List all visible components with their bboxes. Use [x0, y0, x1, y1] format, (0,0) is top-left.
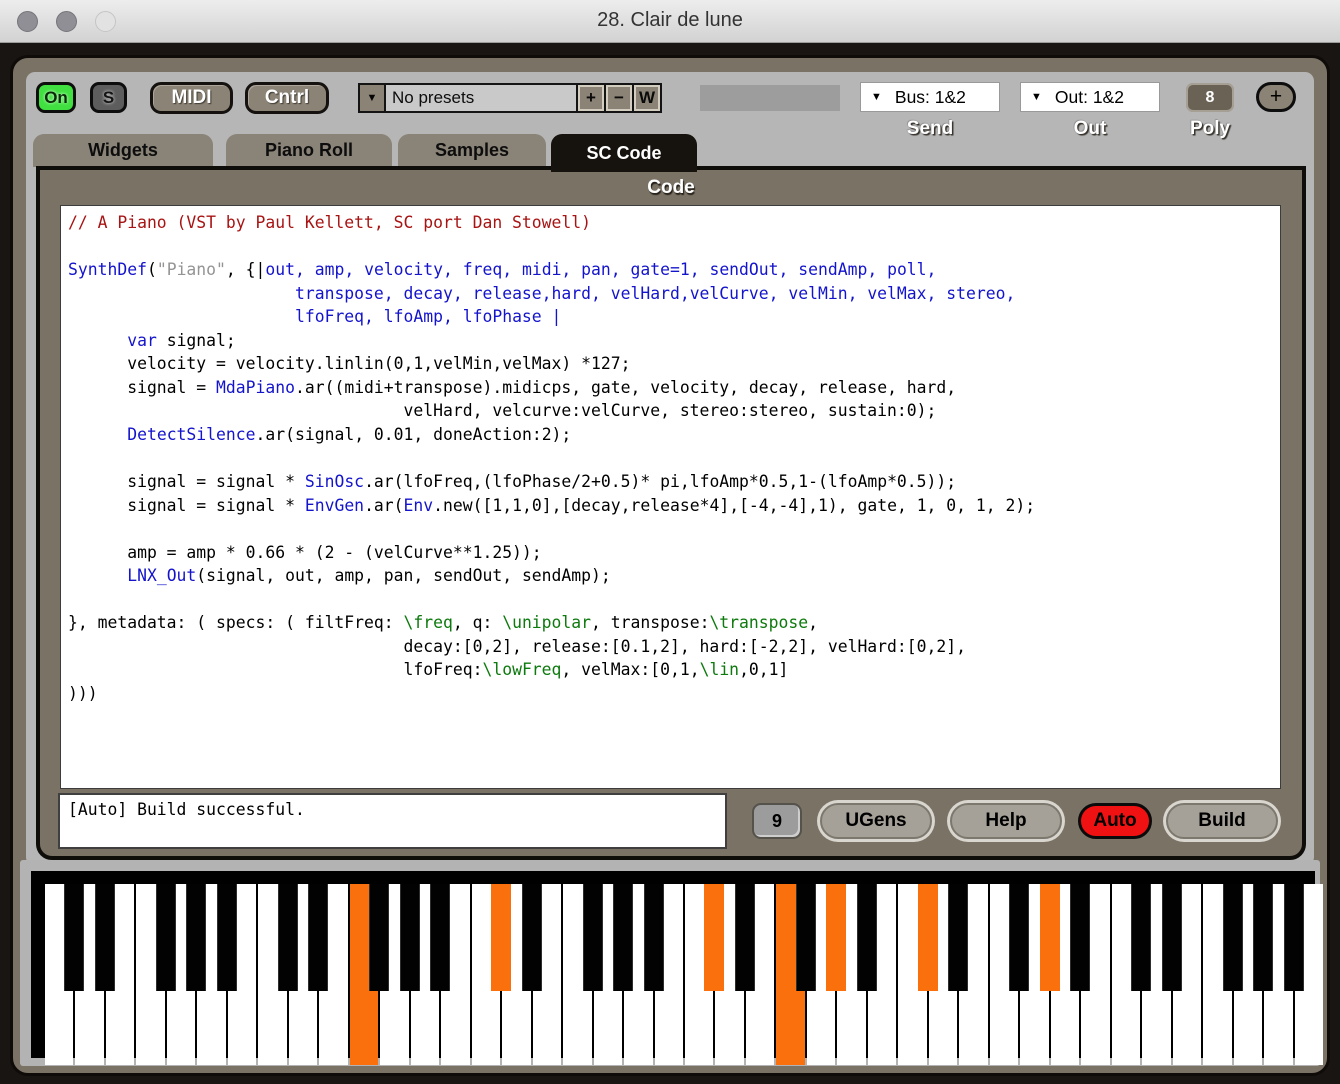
- piano-black-key-29[interactable]: [918, 884, 938, 991]
- code-line: }, metadata: ( specs: ( filtFreq: \freq,…: [68, 611, 1280, 635]
- piano-black-key-25[interactable]: [796, 884, 816, 991]
- code-line: DetectSilence.ar(signal, 0.01, doneActio…: [68, 423, 1280, 447]
- code-line: ))): [68, 682, 1280, 706]
- piano-black-key-36[interactable]: [1131, 884, 1151, 991]
- piano-keyboard: [20, 860, 1320, 1066]
- code-line: [68, 446, 1280, 470]
- piano-black-key-37[interactable]: [1162, 884, 1182, 991]
- preset-remove-button[interactable]: −: [606, 85, 632, 111]
- ugens-button[interactable]: UGens: [820, 803, 932, 839]
- poly-label: Poly: [1170, 118, 1250, 140]
- piano-black-key-20[interactable]: [644, 884, 664, 991]
- piano-black-key-22[interactable]: [704, 884, 724, 991]
- code-line: [68, 235, 1280, 259]
- piano-black-key-34[interactable]: [1070, 884, 1090, 991]
- piano-black-key-39[interactable]: [1223, 884, 1243, 991]
- code-line: signal = signal * SinOsc.ar(lfoFreq,(lfo…: [68, 470, 1280, 494]
- code-line: [68, 588, 1280, 612]
- preset-dropdown-arrow-icon[interactable]: ▼: [360, 85, 384, 111]
- tab-samples[interactable]: Samples: [398, 134, 546, 167]
- titlebar: 28. Clair de lune: [0, 0, 1340, 43]
- piano-black-key-27[interactable]: [857, 884, 877, 991]
- piano-black-key-8[interactable]: [278, 884, 298, 991]
- piano-black-key-11[interactable]: [369, 884, 389, 991]
- code-editor[interactable]: // A Piano (VST by Paul Kellett, SC port…: [60, 205, 1281, 789]
- piano-black-key-2[interactable]: [95, 884, 115, 991]
- auto-build-button[interactable]: Auto: [1078, 803, 1152, 839]
- piano-black-key-41[interactable]: [1284, 884, 1304, 991]
- preset-selector: ▼ No presets + − W: [358, 83, 662, 113]
- add-button[interactable]: +: [1256, 82, 1296, 112]
- tab-piano-roll[interactable]: Piano Roll: [226, 134, 392, 167]
- piano-black-key-12[interactable]: [400, 884, 420, 991]
- preset-write-button[interactable]: W: [634, 85, 660, 111]
- send-bus-value: Bus: 1&2: [895, 87, 966, 108]
- piano-black-key-15[interactable]: [491, 884, 511, 991]
- code-line: var signal;: [68, 329, 1280, 353]
- code-line: lfoFreq:\lowFreq, velMax:[0,1,\lin,0,1]: [68, 658, 1280, 682]
- help-button[interactable]: Help: [950, 803, 1062, 839]
- piano-black-key-30[interactable]: [948, 884, 968, 991]
- preset-add-button[interactable]: +: [578, 85, 604, 111]
- code-line: LNX_Out(signal, out, amp, pan, sendOut, …: [68, 564, 1280, 588]
- tab-sc-code[interactable]: SC Code: [551, 134, 697, 172]
- code-line: SynthDef("Piano", {|out, amp, velocity, …: [68, 258, 1280, 282]
- piano-black-key-16[interactable]: [522, 884, 542, 991]
- out-bus-value: Out: 1&2: [1055, 87, 1124, 108]
- code-line: signal = MdaPiano.ar((midi+transpose).mi…: [68, 376, 1280, 400]
- code-line: decay:[0,2], release:[0.1,2], hard:[-2,2…: [68, 635, 1280, 659]
- out-bus-select[interactable]: ▼ Out: 1&2: [1020, 82, 1160, 112]
- piano-black-key-1[interactable]: [64, 884, 84, 991]
- code-line: lfoFreq, lfoAmp, lfoPhase |: [68, 305, 1280, 329]
- piano-keys: [44, 884, 1324, 1065]
- level-meter: [700, 85, 840, 111]
- tab-widgets[interactable]: Widgets: [33, 134, 213, 167]
- code-line: [68, 517, 1280, 541]
- code-line: amp = amp * 0.66 * (2 - (velCurve**1.25)…: [68, 541, 1280, 565]
- piano-black-key-23[interactable]: [735, 884, 755, 991]
- piano-black-key-33[interactable]: [1040, 884, 1060, 991]
- piano-black-key-6[interactable]: [217, 884, 237, 991]
- piano-black-key-40[interactable]: [1253, 884, 1273, 991]
- build-status: [Auto] Build successful.: [58, 793, 727, 849]
- code-line: // A Piano (VST by Paul Kellett, SC port…: [68, 211, 1280, 235]
- dropdown-arrow-icon: ▼: [1031, 91, 1042, 103]
- poly-number-box[interactable]: 8: [1186, 83, 1234, 112]
- send-label: Send: [860, 118, 1000, 140]
- build-button[interactable]: Build: [1166, 803, 1278, 839]
- piano-black-key-26[interactable]: [826, 884, 846, 991]
- cntrl-button[interactable]: Cntrl: [245, 82, 329, 114]
- code-line: transpose, decay, release,hard, velHard,…: [68, 282, 1280, 306]
- sc-code-panel: Code // A Piano (VST by Paul Kellett, SC…: [36, 166, 1306, 860]
- ugen-count-box[interactable]: 9: [752, 803, 802, 839]
- piano-black-key-9[interactable]: [308, 884, 328, 991]
- code-panel-title: Code: [40, 177, 1302, 199]
- solo-button[interactable]: S: [90, 82, 127, 113]
- send-bus-select[interactable]: ▼ Bus: 1&2: [860, 82, 1000, 112]
- piano-keybed: [31, 871, 1315, 1058]
- piano-black-key-32[interactable]: [1009, 884, 1029, 991]
- piano-black-key-13[interactable]: [430, 884, 450, 991]
- on-button[interactable]: On: [36, 82, 76, 113]
- piano-black-key-18[interactable]: [583, 884, 603, 991]
- code-line: velocity = velocity.linlin(0,1,velMin,ve…: [68, 352, 1280, 376]
- piano-black-key-19[interactable]: [613, 884, 633, 991]
- app-window: 28. Clair de lune On S MIDI Cntrl ▼ No p…: [0, 0, 1340, 1084]
- piano-black-key-4[interactable]: [156, 884, 176, 991]
- preset-field[interactable]: No presets: [386, 85, 576, 111]
- window-title: 28. Clair de lune: [0, 9, 1340, 32]
- midi-button[interactable]: MIDI: [150, 82, 233, 114]
- dropdown-arrow-icon: ▼: [871, 91, 882, 103]
- code-line: signal = signal * EnvGen.ar(Env.new([1,1…: [68, 494, 1280, 518]
- code-line: velHard, velcurve:velCurve, stereo:stere…: [68, 399, 1280, 423]
- piano-black-key-5[interactable]: [186, 884, 206, 991]
- out-label: Out: [1020, 118, 1160, 140]
